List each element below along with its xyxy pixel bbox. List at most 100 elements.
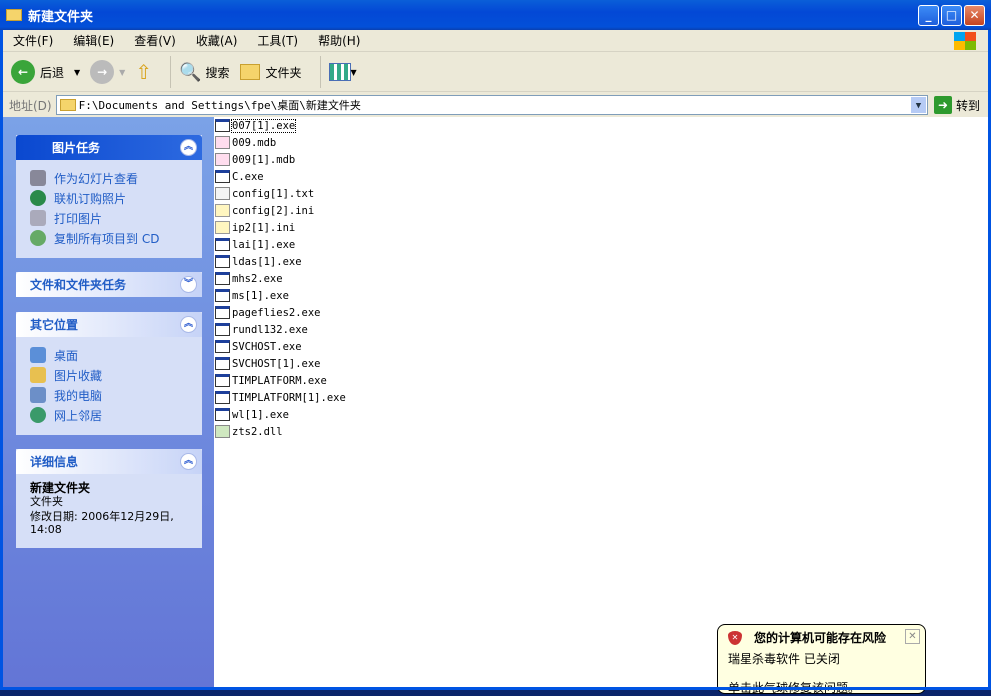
- folders-button[interactable]: 文件夹: [239, 64, 302, 81]
- menu-file[interactable]: 文件(F): [3, 32, 63, 49]
- file-item[interactable]: lai[1].exe: [215, 236, 295, 253]
- place-label: 网上邻居: [54, 408, 103, 423]
- folder-icon: [6, 9, 22, 21]
- file-name: config[1].txt: [232, 187, 315, 200]
- exe-file-icon: [215, 340, 230, 353]
- chevron-down-icon[interactable]: ▼: [119, 68, 125, 77]
- collapse-icon[interactable]: ︽: [180, 139, 197, 156]
- windows-logo-icon: [954, 32, 976, 50]
- balloon-close-button[interactable]: ✕: [905, 629, 920, 644]
- place-network[interactable]: 网上邻居: [30, 405, 192, 425]
- file-item[interactable]: config[1].txt: [215, 185, 314, 202]
- file-item[interactable]: zts2.dll: [215, 423, 283, 440]
- menu-view[interactable]: 查看(V): [124, 32, 186, 49]
- collapse-icon[interactable]: ︽: [180, 453, 197, 470]
- chevron-down-icon: ▼: [350, 67, 357, 77]
- file-item[interactable]: ldas[1].exe: [215, 253, 302, 270]
- exe-file-icon: [215, 170, 230, 183]
- task-label: 打印图片: [54, 211, 103, 226]
- details-header[interactable]: 详细信息 ︽: [16, 449, 202, 474]
- file-item[interactable]: rundl132.exe: [215, 321, 308, 338]
- folder-up-icon: ⇧: [135, 60, 153, 84]
- task-label: 联机订购照片: [54, 191, 127, 206]
- go-button[interactable]: ➜ 转到: [928, 96, 988, 114]
- window-title: 新建文件夹: [28, 9, 94, 25]
- task-print[interactable]: 打印图片: [30, 208, 192, 228]
- file-item[interactable]: wl[1].exe: [215, 406, 289, 423]
- task-order-prints[interactable]: 联机订购照片: [30, 188, 192, 208]
- file-item[interactable]: pageflies2.exe: [215, 304, 321, 321]
- place-my-computer[interactable]: 我的电脑: [30, 385, 192, 405]
- panel-title: 详细信息: [30, 455, 79, 469]
- file-item[interactable]: TIMPLATFORM.exe: [215, 372, 327, 389]
- address-label: 地址(D): [9, 98, 52, 113]
- task-copy-to-cd[interactable]: 复制所有项目到 CD: [30, 228, 192, 248]
- exe-file-icon: [215, 306, 230, 319]
- menu-edit[interactable]: 编辑(E): [63, 32, 124, 49]
- forward-button[interactable]: → ▼: [90, 60, 125, 84]
- security-balloon[interactable]: ✕ 您的计算机可能存在风险 ✕ 瑞星杀毒软件 已关闭 单击此气球修复该问题。: [717, 624, 926, 695]
- details-panel: 详细信息 ︽ 新建文件夹 文件夹 修改日期: 2006年12月29日, 14:08: [16, 449, 202, 548]
- balloon-status: 瑞星杀毒软件 已关闭: [728, 652, 840, 666]
- chevron-down-icon[interactable]: ▼: [74, 68, 80, 77]
- file-name: 007[1].exe: [230, 118, 297, 133]
- views-button[interactable]: ▼: [328, 63, 357, 81]
- place-my-pictures[interactable]: 图片收藏: [30, 365, 192, 385]
- back-button[interactable]: ← 后退 ▼: [11, 60, 80, 84]
- exe-file-icon: [215, 357, 230, 370]
- file-item[interactable]: ip2[1].ini: [215, 219, 295, 236]
- panel-body: 作为幻灯片查看 联机订购照片 打印图片 复制所有项目到 CD: [16, 160, 202, 258]
- minimize-button[interactable]: _: [918, 5, 939, 26]
- exe-file-icon: [215, 408, 230, 421]
- place-desktop[interactable]: 桌面: [30, 345, 192, 365]
- task-slideshow[interactable]: 作为幻灯片查看: [30, 168, 192, 188]
- collapse-icon[interactable]: ︽: [180, 316, 197, 333]
- file-item[interactable]: 009.mdb: [215, 134, 276, 151]
- ini-file-icon: [215, 221, 230, 234]
- balloon-title: 您的计算机可能存在风险: [754, 631, 887, 645]
- place-label: 我的电脑: [54, 388, 103, 403]
- slideshow-icon: [30, 170, 46, 186]
- close-button[interactable]: ✕: [964, 5, 985, 26]
- toolbar: ← 后退 ▼ → ▼ ⇧ 🔍 搜索 文件夹 ▼: [3, 53, 988, 92]
- address-bar: 地址(D) F:\Documents and Settings\fpe\桌面\新…: [3, 93, 988, 117]
- folders-icon: [239, 64, 260, 80]
- picture-tasks-header[interactable]: 图片任务 ︽: [16, 135, 202, 160]
- file-tasks-header[interactable]: 文件和文件夹任务 ︾: [16, 272, 202, 297]
- desktop-icon: [30, 347, 46, 363]
- network-icon: [30, 407, 46, 423]
- up-button[interactable]: ⇧: [135, 60, 152, 84]
- file-name: rundl132.exe: [232, 323, 308, 336]
- menu-favorites[interactable]: 收藏(A): [186, 32, 248, 49]
- txt-file-icon: [215, 187, 230, 200]
- file-name: config[2].ini: [232, 204, 315, 217]
- address-input[interactable]: F:\Documents and Settings\fpe\桌面\新建文件夹 ▼: [55, 95, 928, 115]
- search-button[interactable]: 🔍 搜索: [179, 62, 229, 83]
- menu-tools[interactable]: 工具(T): [247, 32, 308, 49]
- other-places-header[interactable]: 其它位置 ︽: [16, 312, 202, 337]
- details-name: 新建文件夹: [30, 481, 91, 495]
- file-item[interactable]: C.exe: [215, 168, 264, 185]
- exe-file-icon: [215, 255, 230, 268]
- mdb-file-icon: [215, 153, 230, 166]
- file-item[interactable]: mhs2.exe: [215, 270, 283, 287]
- toolbar-separator: [170, 56, 172, 88]
- picture-tasks-panel: 图片任务 ︽ 作为幻灯片查看 联机订购照片 打印图片 复制所有项目到 CD: [16, 135, 202, 258]
- title-bar[interactable]: 新建文件夹 _ □ ✕: [0, 0, 991, 30]
- file-item[interactable]: ms[1].exe: [215, 287, 289, 304]
- file-item[interactable]: 007[1].exe: [215, 117, 297, 134]
- file-item[interactable]: 009[1].mdb: [215, 151, 295, 168]
- expand-icon[interactable]: ︾: [180, 276, 197, 293]
- file-name: ms[1].exe: [232, 289, 289, 302]
- menu-help[interactable]: 帮助(H): [308, 32, 370, 49]
- file-name: zts2.dll: [232, 425, 283, 438]
- file-item[interactable]: config[2].ini: [215, 202, 314, 219]
- address-dropdown-button[interactable]: ▼: [909, 96, 927, 114]
- exe-file-icon: [215, 391, 230, 404]
- back-arrow-icon: ←: [11, 60, 35, 84]
- file-item[interactable]: SVCHOST.exe: [215, 338, 302, 355]
- cd-icon: [30, 230, 46, 246]
- maximize-button[interactable]: □: [941, 5, 962, 26]
- file-item[interactable]: SVCHOST[1].exe: [215, 355, 321, 372]
- file-item[interactable]: TIMPLATFORM[1].exe: [215, 389, 346, 406]
